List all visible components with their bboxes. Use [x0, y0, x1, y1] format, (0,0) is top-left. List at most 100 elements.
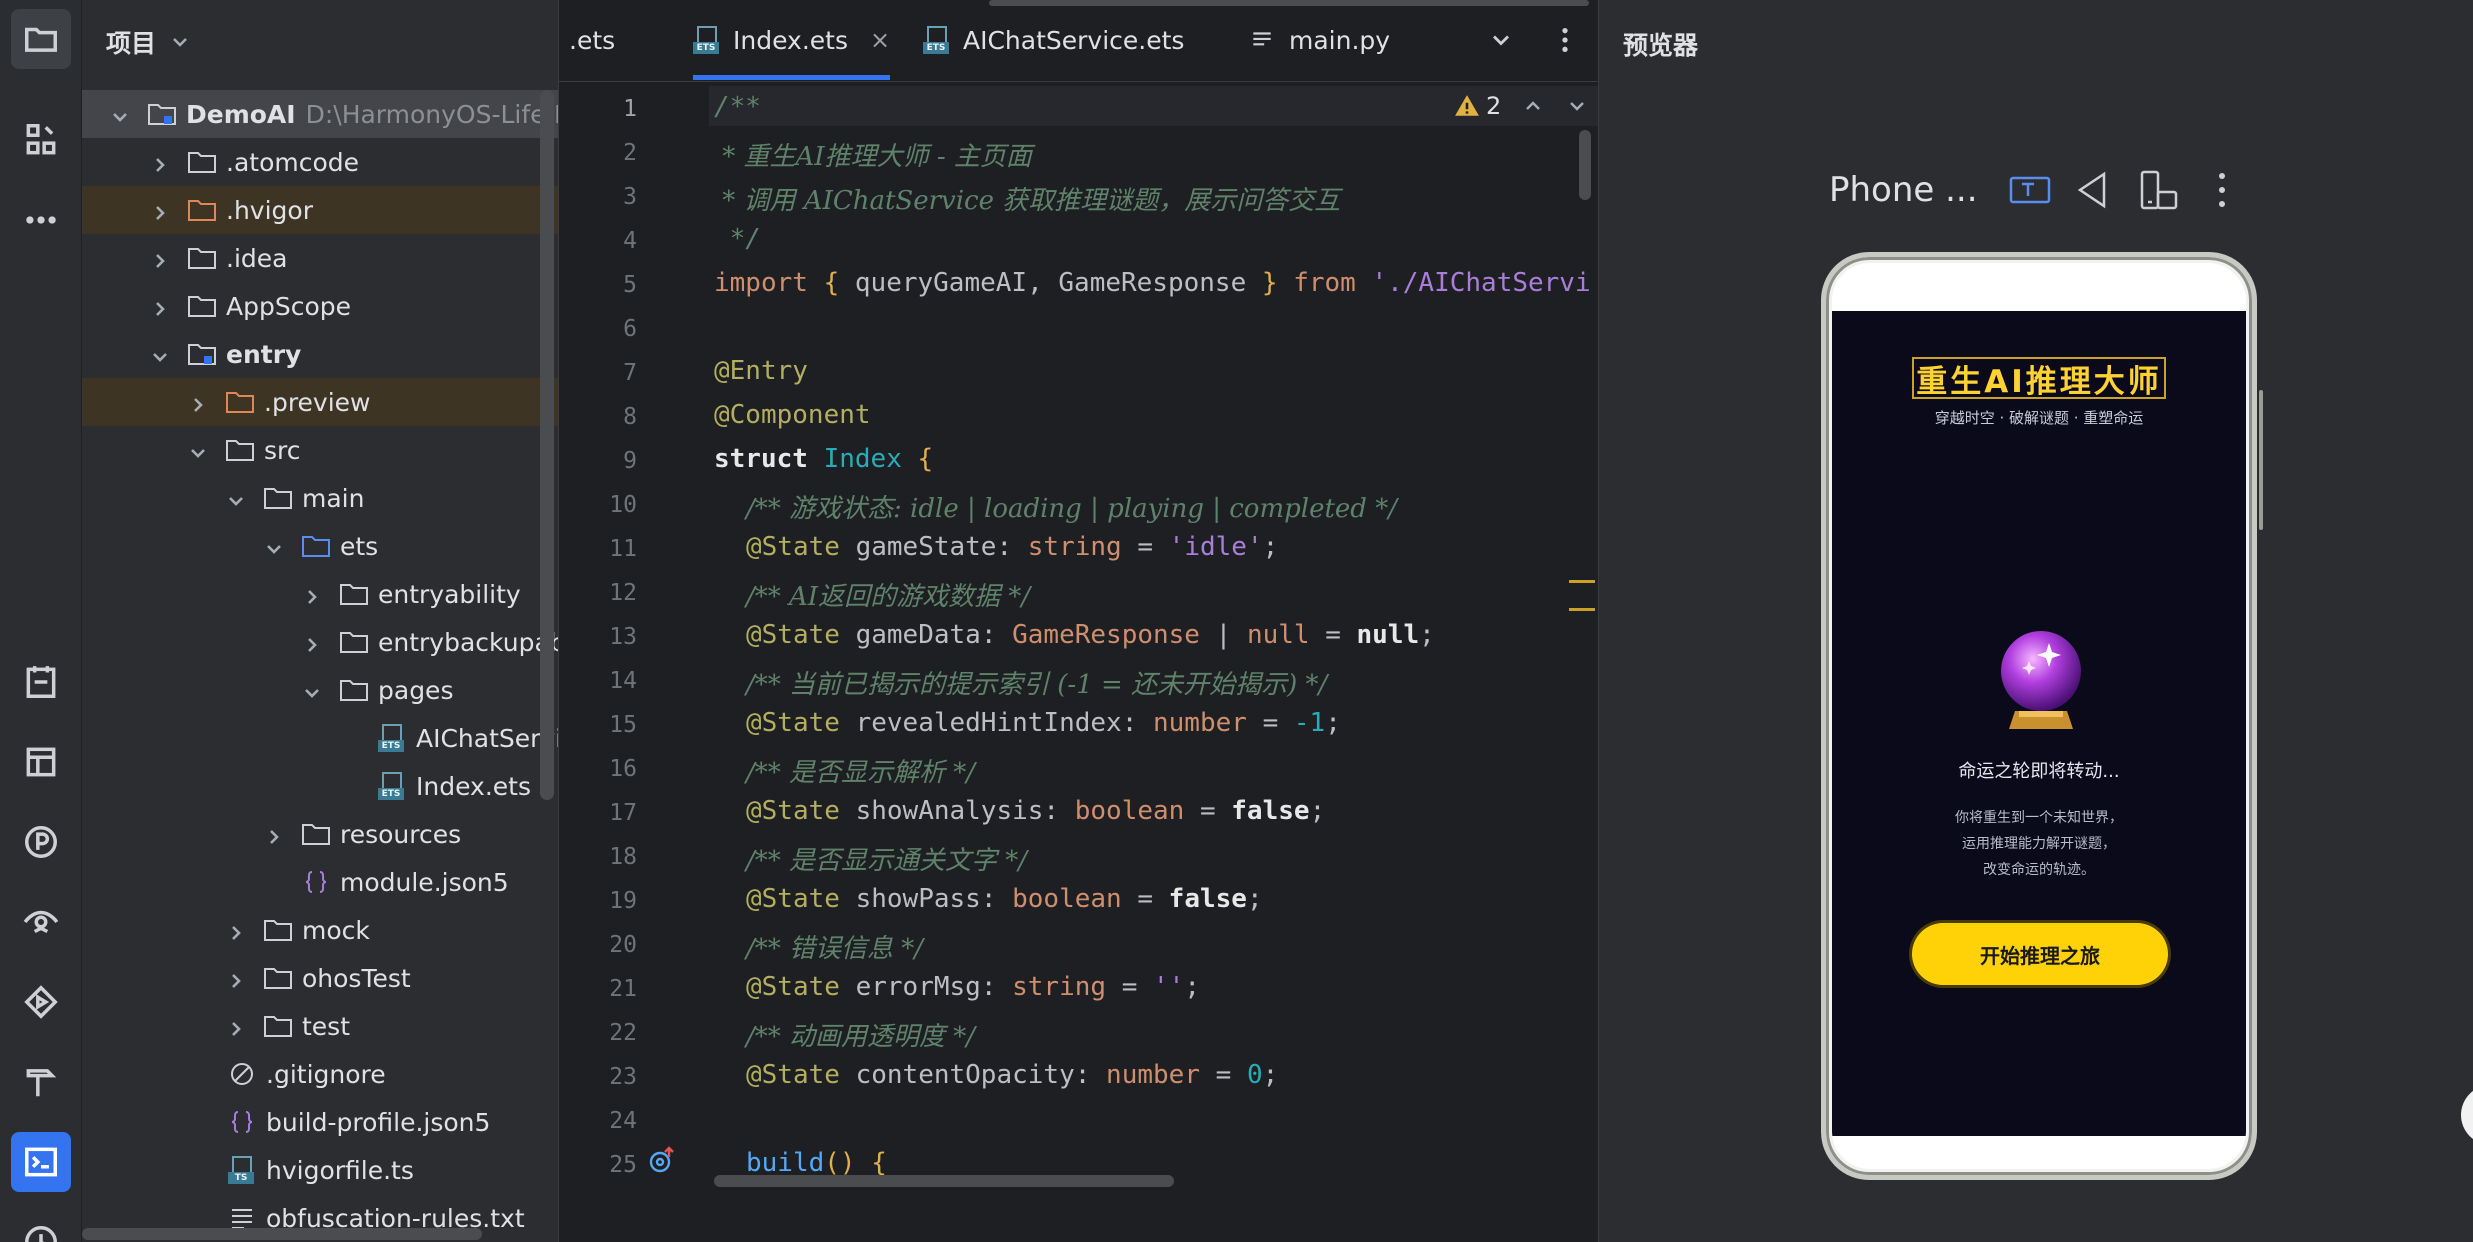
project-panel-header[interactable]: 项目: [82, 0, 558, 84]
tab-aichatservice-ets[interactable]: ETS AIChatService.ets: [923, 0, 1184, 80]
chevron-right-icon[interactable]: [302, 632, 322, 652]
chevron-right-icon[interactable]: [150, 152, 170, 172]
tree-item-entryability[interactable]: entryability: [82, 570, 558, 618]
tree-item-index-ets[interactable]: ETS Index.ets: [82, 762, 558, 810]
folder-icon: [338, 676, 370, 704]
more-vertical-icon[interactable]: [2196, 164, 2248, 216]
phone-side-button: [2259, 390, 2263, 530]
tree-item-appscope[interactable]: AppScope: [82, 282, 558, 330]
tab-label: main.py: [1289, 25, 1391, 55]
chevron-down-icon[interactable]: [1565, 94, 1589, 118]
chevron-right-icon[interactable]: [226, 968, 246, 988]
error-stripe-mark[interactable]: [1569, 580, 1595, 583]
tree-item-test[interactable]: test: [82, 1002, 558, 1050]
tree-item-hvigor[interactable]: .hvigor: [82, 186, 558, 234]
tree-item-aichatservice[interactable]: ETS AIChatServic: [82, 714, 558, 762]
more-tools-icon[interactable]: [11, 190, 71, 250]
run-icon[interactable]: [11, 972, 71, 1032]
chevron-down-icon[interactable]: [226, 488, 246, 508]
structure-icon[interactable]: [11, 110, 71, 170]
tree-item-label: entrybackupabil: [378, 627, 558, 657]
chevron-right-icon[interactable]: [302, 584, 322, 604]
chevron-right-icon[interactable]: [264, 824, 284, 844]
terminal-icon[interactable]: [11, 1132, 71, 1192]
code-line-11: @State gameState: string = 'idle';: [746, 532, 1279, 562]
override-method-icon[interactable]: [647, 1145, 677, 1175]
chevron-down-icon[interactable]: [302, 680, 322, 700]
chevron-up-icon[interactable]: [1521, 94, 1545, 118]
inspector-toggle-icon[interactable]: [2004, 164, 2056, 216]
chevron-down-icon[interactable]: [110, 104, 130, 124]
tree-item-ohostest[interactable]: ohosTest: [82, 954, 558, 1002]
chevron-down-icon[interactable]: [264, 536, 284, 556]
inspect-icon[interactable]: [11, 892, 71, 952]
tree-item-build-profile[interactable]: build-profile.json5: [82, 1098, 558, 1146]
warning-icon: [1455, 95, 1479, 116]
tree-item-gitignore[interactable]: .gitignore: [82, 1050, 558, 1098]
tree-item-src[interactable]: src: [82, 426, 558, 474]
tab-main-py[interactable]: main.py: [1249, 0, 1390, 80]
project-panel-title: 项目: [106, 29, 157, 58]
code-line-21: @State errorMsg: string = '';: [746, 972, 1200, 1002]
code-line-10: /** 游戏状态: idle | loading | playing | com…: [746, 494, 1397, 524]
tab-scroll-indicator[interactable]: [989, 0, 1589, 6]
tree-item-entrybackupability[interactable]: entrybackupabil: [82, 618, 558, 666]
tree-item-main[interactable]: main: [82, 474, 558, 522]
error-stripe-mark[interactable]: [1569, 608, 1595, 611]
tab-list-chevron-icon[interactable]: [1487, 26, 1515, 54]
floating-side-handle[interactable]: [2461, 1085, 2473, 1145]
line-number: 11: [609, 536, 637, 562]
device-selector[interactable]: Phone ...: [1829, 170, 1978, 210]
layout-icon[interactable]: [11, 732, 71, 792]
app-home-page: 重生AI推理大师 穿越时空 · 破解谜题 · 重塑命运 命运之轮即将转动... …: [1832, 311, 2246, 1136]
chevron-down-icon[interactable]: [168, 30, 192, 54]
editor-horizontal-scrollbar[interactable]: [714, 1175, 1174, 1187]
tree-item-resources[interactable]: resources: [82, 810, 558, 858]
todo-icon[interactable]: [11, 652, 71, 712]
crystal-ball-icon: [2001, 631, 2081, 729]
code-content[interactable]: /** * 重生AI推理大师 - 主页面 * 调用 AIChatService …: [714, 82, 1594, 1182]
inspection-widget[interactable]: 2: [1454, 86, 1589, 126]
chevron-right-icon[interactable]: [188, 392, 208, 412]
tree-item-label: .gitignore: [266, 1059, 386, 1089]
ets-file-icon: ETS: [376, 772, 408, 800]
chevron-down-icon[interactable]: [150, 344, 170, 364]
tree-item-module-json5[interactable]: module.json5: [82, 858, 558, 906]
build-hammer-icon[interactable]: [11, 1052, 71, 1112]
tree-item-idea[interactable]: .idea: [82, 234, 558, 282]
history-icon[interactable]: [11, 1212, 71, 1242]
profiler-icon[interactable]: [11, 812, 71, 872]
back-triangle-icon[interactable]: [2068, 164, 2120, 216]
tree-item-label: mock: [302, 915, 370, 945]
start-journey-button[interactable]: 开始推理之旅: [1912, 923, 2168, 985]
editor-vertical-scrollbar[interactable]: [1579, 130, 1591, 200]
line-number-gutter: 1 2 3 4 5 6 7 8 9 10 11 12 13 14 15 16 17 18 19 20 21 22 23 24 2…: [559, 82, 709, 1182]
tree-item-preview[interactable]: .preview: [82, 378, 558, 426]
tree-item-hvigorfile[interactable]: TS hvigorfile.ts: [82, 1146, 558, 1194]
project-horizontal-scrollbar[interactable]: [82, 1228, 482, 1240]
project-vertical-scrollbar[interactable]: [540, 90, 554, 800]
chevron-right-icon[interactable]: [226, 920, 246, 940]
tree-item-pages[interactable]: pages: [82, 666, 558, 714]
code-editor: .ets ETS Index.ets × ETS AIChatService.e…: [558, 0, 1648, 1242]
more-vertical-icon[interactable]: [1549, 24, 1581, 56]
chevron-right-icon[interactable]: [150, 296, 170, 316]
tree-item-entry[interactable]: entry: [82, 330, 558, 378]
tab-partial-ets[interactable]: .ets: [569, 0, 615, 80]
phone-screen[interactable]: 重生AI推理大师 穿越时空 · 破解谜题 · 重塑命运 命运之轮即将转动... …: [1832, 263, 2246, 1169]
tree-item-demoai[interactable]: DemoAI D:\HarmonyOS-Life\De: [82, 90, 558, 138]
excluded-folder-icon: [186, 196, 218, 224]
chevron-right-icon[interactable]: [150, 248, 170, 268]
project-folder-icon[interactable]: [11, 9, 71, 69]
tree-item-atomcode[interactable]: .atomcode: [82, 138, 558, 186]
previewer-toolbar: Phone ...: [1829, 160, 2254, 220]
tree-item-ets[interactable]: ets: [82, 522, 558, 570]
tree-item-mock[interactable]: mock: [82, 906, 558, 954]
line-number: 2: [623, 140, 637, 166]
rotate-device-icon[interactable]: [2132, 164, 2184, 216]
chevron-right-icon[interactable]: [150, 200, 170, 220]
chevron-down-icon[interactable]: [188, 440, 208, 460]
close-icon[interactable]: ×: [870, 26, 890, 54]
chevron-right-icon[interactable]: [226, 1016, 246, 1036]
tab-index-ets[interactable]: ETS Index.ets ×: [693, 0, 891, 80]
